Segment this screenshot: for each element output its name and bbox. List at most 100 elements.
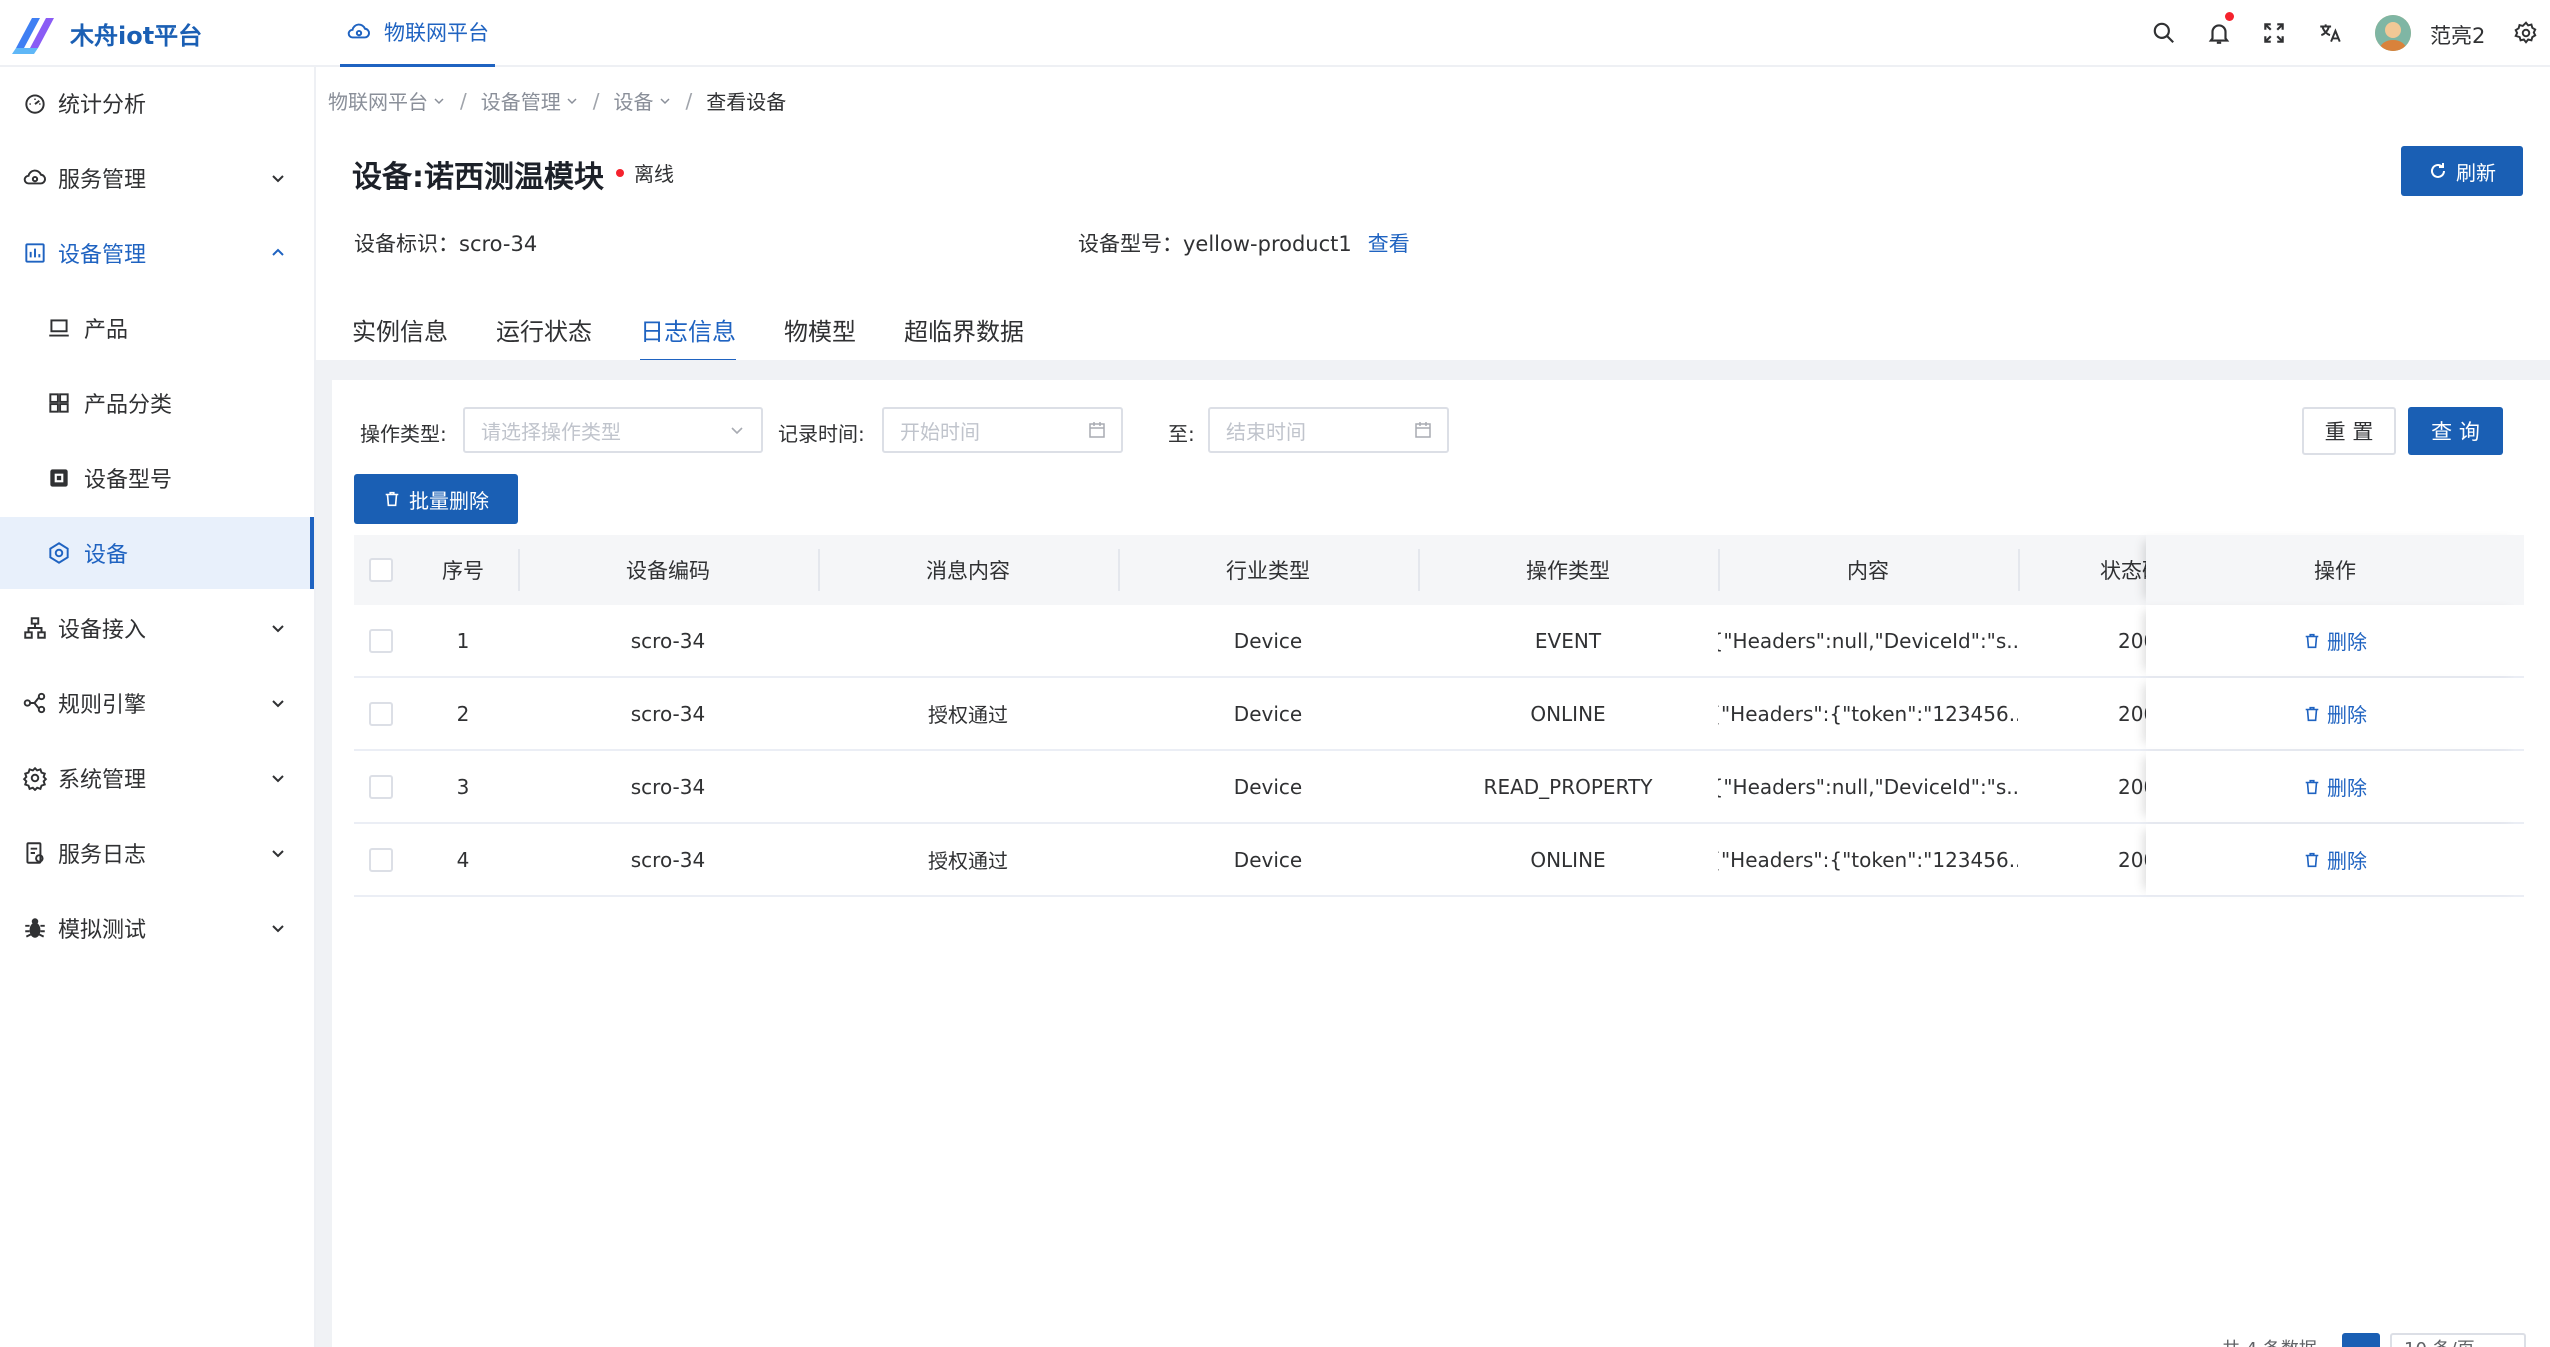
grid-icon — [49, 393, 69, 413]
sidebar-item-service-log[interactable]: 服务日志 — [0, 817, 314, 889]
delete-link[interactable]: 删除 — [2303, 626, 2367, 655]
cell-industry: Device — [1233, 701, 1303, 726]
chevron-down-icon — [272, 700, 284, 708]
notification-dot — [2225, 12, 2234, 21]
search-icon — [2153, 22, 2174, 43]
sidebar-item-product[interactable]: 产品 — [0, 292, 314, 364]
cell-op-type: READ_PROPERTY — [1483, 774, 1653, 799]
dashboard-icon — [25, 94, 45, 114]
sidebar-item-device-manage[interactable]: 设备管理 — [0, 217, 314, 289]
settings-button[interactable] — [2509, 16, 2543, 50]
sidebar-item-stats[interactable]: 统计分析 — [0, 67, 314, 139]
fixed-action-column: 操作 — [2146, 535, 2524, 605]
breadcrumb-current: 查看设备 — [706, 90, 787, 114]
sidebar-item-label: 设备 — [84, 543, 129, 568]
breadcrumb-item[interactable]: 设备管理 — [481, 86, 579, 115]
device-id: 设备标识：scro-34 — [354, 232, 538, 256]
delete-link[interactable]: 删除 — [2303, 845, 2367, 874]
chevron-down-icon — [567, 97, 577, 104]
app-brand[interactable]: 木舟iot平台 — [70, 16, 202, 51]
cell-device-code: scro-34 — [630, 847, 706, 872]
avatar[interactable] — [2375, 15, 2411, 51]
table-row: 4 scro-34 授权通过 Device ONLINE {"Headers":… — [354, 824, 2524, 897]
start-time-placeholder: 开始时间 — [900, 419, 980, 444]
settings-icon — [22, 766, 48, 791]
delete-link[interactable]: 删除 — [2303, 772, 2367, 801]
op-type-select[interactable]: 请选择操作类型 — [463, 407, 763, 453]
translate-icon — [2320, 24, 2341, 43]
fullscreen-icon — [2264, 23, 2284, 43]
select-all-checkbox[interactable] — [369, 558, 393, 582]
cell-device-code: scro-34 — [630, 701, 706, 726]
device-model: 设备型号：yellow-product1 查看 — [1078, 228, 1410, 258]
delete-link[interactable]: 删除 — [2303, 699, 2367, 728]
query-button[interactable]: 查 询 — [2408, 407, 2503, 455]
pagination-current-page[interactable] — [2342, 1333, 2380, 1347]
sidebar-item-label: 服务日志 — [58, 843, 147, 868]
end-time-input[interactable]: 结束时间 — [1208, 407, 1449, 453]
fixed-action-column: 删除 — [2146, 605, 2524, 676]
status-dot — [616, 168, 624, 177]
sidebar-item-rule-engine[interactable]: 规则引擎 — [0, 667, 314, 739]
search-button[interactable] — [2147, 16, 2181, 50]
record-time-label: 记录时间: — [778, 422, 865, 446]
row-checkbox[interactable] — [369, 701, 393, 726]
notification-button[interactable] — [2202, 12, 2236, 50]
language-button[interactable] — [2313, 16, 2347, 50]
sidebar-item-device[interactable]: 设备 — [0, 517, 314, 589]
start-time-input[interactable]: 开始时间 — [882, 407, 1123, 453]
tab-instance-info[interactable]: 实例信息 — [352, 312, 448, 362]
tab-running-status[interactable]: 运行状态 — [496, 312, 592, 362]
cell-industry: Device — [1233, 628, 1303, 653]
sidebar-item-label: 模拟测试 — [58, 918, 147, 943]
refresh-icon — [2431, 163, 2445, 178]
sidebar-item-device-model[interactable]: 设备型号 — [0, 442, 314, 514]
sidebar-item-simulation[interactable]: 模拟测试 — [0, 892, 314, 964]
tab-log-info[interactable]: 日志信息 — [640, 312, 736, 362]
reset-button[interactable]: 重 置 — [2302, 407, 2396, 455]
status-badge: 离线 — [616, 158, 674, 187]
bug-icon — [25, 918, 45, 938]
breadcrumb: 物联网平台 / 设备管理 / 设备 / 查看设备 — [328, 86, 786, 115]
view-model-link[interactable]: 查看 — [1368, 232, 1410, 256]
cell-action: 删除 — [2146, 824, 2524, 895]
trash-icon — [2305, 779, 2319, 794]
delete-label: 删除 — [2327, 849, 2367, 873]
tab-critical-data[interactable]: 超临界数据 — [904, 312, 1024, 362]
fullscreen-button[interactable] — [2257, 16, 2291, 50]
cell-action: 删除 — [2146, 605, 2524, 676]
nav-tab-label: 物联网平台 — [384, 21, 489, 45]
delete-label: 删除 — [2327, 630, 2367, 654]
tab-thing-model[interactable]: 物模型 — [784, 312, 856, 362]
chevron-down-icon — [731, 427, 743, 435]
row-checkbox[interactable] — [369, 847, 393, 872]
sidebar-item-product-category[interactable]: 产品分类 — [0, 367, 314, 439]
sidebar-item-label: 服务管理 — [58, 168, 147, 193]
nav-tab-iot[interactable]: 物联网平台 — [340, 0, 495, 67]
sidebar-item-label: 设备型号 — [84, 468, 173, 493]
pagination-size-select[interactable]: 10 条/页 — [2390, 1333, 2526, 1347]
cell-index: 4 — [456, 847, 470, 872]
breadcrumb-separator: / — [460, 88, 467, 113]
row-checkbox[interactable] — [369, 774, 393, 799]
cloud-icon — [347, 23, 370, 39]
sidebar-item-label: 设备接入 — [58, 618, 147, 643]
breadcrumb-item[interactable]: 物联网平台 — [328, 86, 446, 115]
cell-op-type: ONLINE — [1530, 847, 1606, 872]
trash-icon — [2305, 706, 2319, 721]
breadcrumb-item[interactable]: 设备 — [614, 86, 672, 115]
sidebar-item-label: 统计分析 — [58, 93, 147, 118]
row-checkbox[interactable] — [369, 628, 393, 653]
batch-delete-button[interactable]: 批量删除 — [354, 474, 518, 524]
cell-message: 授权通过 — [928, 703, 1008, 727]
username[interactable]: 范亮2 — [2430, 20, 2485, 50]
device-model-text: 设备型号：yellow-product1 — [1078, 232, 1352, 256]
sidebar-item-service[interactable]: 服务管理 — [0, 142, 314, 214]
sidebar-item-system[interactable]: 系统管理 — [0, 742, 314, 814]
cell-action: 删除 — [2146, 751, 2524, 822]
calendar-icon — [1415, 422, 1431, 438]
device-icon — [49, 542, 69, 564]
sidebar-item-device-access[interactable]: 设备接入 — [0, 592, 314, 664]
share-icon — [23, 692, 46, 714]
refresh-button[interactable]: 刷新 — [2401, 146, 2523, 196]
